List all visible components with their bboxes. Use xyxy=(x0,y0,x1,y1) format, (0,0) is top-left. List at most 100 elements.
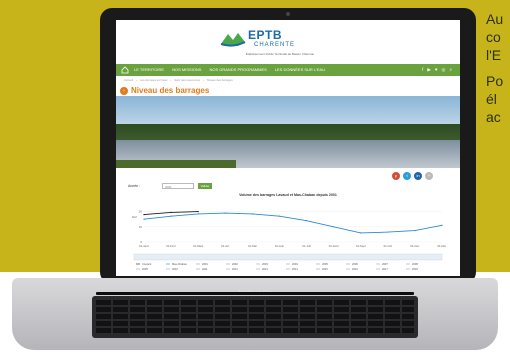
data-point xyxy=(441,224,443,226)
twitter-share-icon[interactable]: t xyxy=(403,172,411,180)
page-title: › Niveau des barrages xyxy=(120,86,209,95)
logo-mark-icon xyxy=(220,33,246,47)
touch-bar xyxy=(96,292,414,295)
year-filter: Année : 2001 Valider xyxy=(128,183,212,189)
x-tick-label: 01-Mars xyxy=(193,244,204,248)
dam-volume-chart: Volume des barrages Lavaud et Mas-Chaban… xyxy=(132,193,446,271)
y-axis-label: hm³ xyxy=(132,215,137,219)
x-tick-label: 01-Janv xyxy=(139,244,150,248)
legend-item[interactable]: 2005 xyxy=(322,262,328,266)
site-header: EPTB CHARENTE Établissement Public Terri… xyxy=(116,20,460,64)
data-point xyxy=(197,213,199,215)
legend-item[interactable]: 2017 xyxy=(382,267,388,271)
breadcrumb-separator: › xyxy=(170,78,172,82)
search-icon[interactable]: ⌕ xyxy=(449,67,452,73)
legend-item[interactable]: 2008 xyxy=(412,262,418,266)
data-point xyxy=(170,215,172,217)
range-navigator[interactable] xyxy=(133,253,443,261)
legend-item[interactable]: 2015 xyxy=(322,267,328,271)
photo-shore xyxy=(116,160,236,168)
x-tick-label: 01-Févr xyxy=(166,244,176,248)
keyboard-row xyxy=(96,307,414,312)
breadcrumb-item[interactable]: Les données sur l'eau xyxy=(140,78,167,82)
data-point xyxy=(224,212,226,214)
linkedin-icon[interactable]: in xyxy=(414,172,422,180)
laptop-screen: EPTB CHARENTE Établissement Public Terri… xyxy=(116,20,460,276)
side-text-line: él xyxy=(486,91,497,107)
data-point xyxy=(305,220,308,222)
instagram-icon[interactable]: ◎ xyxy=(442,67,446,73)
twitter-icon[interactable]: ♥ xyxy=(435,67,438,73)
legend-item[interactable]: Courant xyxy=(142,262,152,266)
legend-item[interactable]: 2018 xyxy=(412,267,418,271)
keyboard-row xyxy=(96,314,414,319)
facebook-icon[interactable]: f xyxy=(422,67,423,73)
legend-item[interactable]: 2003 xyxy=(262,262,268,266)
validate-button[interactable]: Valider xyxy=(198,183,212,189)
side-text-line: Au xyxy=(486,11,504,27)
keyboard xyxy=(92,296,418,338)
breadcrumb: Accueil › Les données sur l'eau › Suivi … xyxy=(124,78,233,82)
legend-item[interactable]: 2016 xyxy=(352,267,358,271)
data-point xyxy=(143,218,145,220)
legend-item[interactable]: 2002 xyxy=(232,262,238,266)
x-tick-label: 01-Avr xyxy=(221,244,229,248)
photo-treeline xyxy=(116,124,460,140)
data-point xyxy=(251,213,253,215)
legend-item[interactable]: 2006 xyxy=(352,262,358,266)
chart-title: Volume des barrages Lavaud et Mas-Chaban… xyxy=(239,193,337,197)
data-point xyxy=(387,231,389,233)
youtube-icon[interactable]: ▶ xyxy=(427,67,430,73)
data-point xyxy=(197,211,199,213)
data-point xyxy=(143,214,145,216)
legend-item[interactable]: Mas-Chaban xyxy=(172,262,187,266)
side-text-line: co xyxy=(486,29,501,45)
breadcrumb-item[interactable]: Suivi des ressources xyxy=(174,78,200,82)
pinterest-icon[interactable]: p xyxy=(392,172,400,180)
x-tick-label: 01-Août xyxy=(329,244,339,248)
side-text: Au co l'E Po él ac xyxy=(486,10,510,134)
data-point xyxy=(414,230,416,232)
year-select[interactable]: 2001 xyxy=(162,183,194,189)
breadcrumb-separator: › xyxy=(136,78,137,82)
logo-sub: CHARENTE xyxy=(254,42,296,48)
main-nav: LE TERRITOIRE NOS MISSIONS NOS GRANDS PR… xyxy=(116,64,460,76)
nav-item-missions[interactable]: NOS MISSIONS xyxy=(172,67,201,72)
nav-item-donnees[interactable]: LES DONNÉES SUR L'EAU xyxy=(275,67,325,72)
lake-photo xyxy=(116,96,460,168)
logo-name: EPTB xyxy=(248,28,283,42)
legend-item[interactable]: 2001 xyxy=(202,262,208,266)
keyboard-row xyxy=(96,300,414,305)
legend-item[interactable]: 2010 xyxy=(172,267,178,271)
x-tick-label: 01-Juil xyxy=(302,244,311,248)
home-icon[interactable] xyxy=(121,66,129,74)
share-buttons: p t in + xyxy=(392,172,433,180)
nav-item-programmes[interactable]: NOS GRANDS PROGRAMMES xyxy=(209,67,266,72)
legend-item[interactable]: 2004 xyxy=(292,262,298,266)
nav-item-territoire[interactable]: LE TERRITOIRE xyxy=(134,67,164,72)
legend-item[interactable]: 2013 xyxy=(262,267,268,271)
page-title-text: Niveau des barrages xyxy=(131,86,210,95)
legend-item[interactable]: 2011 xyxy=(202,267,208,271)
arrow-right-icon: › xyxy=(120,86,128,95)
data-point xyxy=(278,215,281,217)
breadcrumb-item: Niveau des barrages xyxy=(206,78,233,82)
breadcrumb-item[interactable]: Accueil xyxy=(124,78,133,82)
data-point xyxy=(360,232,362,234)
x-tick-label: 01-Nov xyxy=(410,244,420,248)
year-label: Année : xyxy=(128,184,141,188)
more-share-icon[interactable]: + xyxy=(425,172,433,180)
x-tick-label: 01-Mai xyxy=(248,244,257,248)
legend-item[interactable]: 2007 xyxy=(382,262,388,266)
side-text-line: l'E xyxy=(486,47,502,63)
y-tick-label: 10 xyxy=(139,225,143,229)
legend-item[interactable]: 2009 xyxy=(142,267,148,271)
x-tick-label: 01-Déc xyxy=(437,244,446,248)
legend-item[interactable]: 2012 xyxy=(232,267,238,271)
x-tick-label: 01-Juin xyxy=(275,244,285,248)
legend-item[interactable]: 2014 xyxy=(292,267,298,271)
keyboard-row xyxy=(96,328,414,333)
x-tick-label: 01-Sept xyxy=(356,244,366,248)
data-point xyxy=(333,226,335,228)
side-text-line: ac xyxy=(486,109,501,125)
